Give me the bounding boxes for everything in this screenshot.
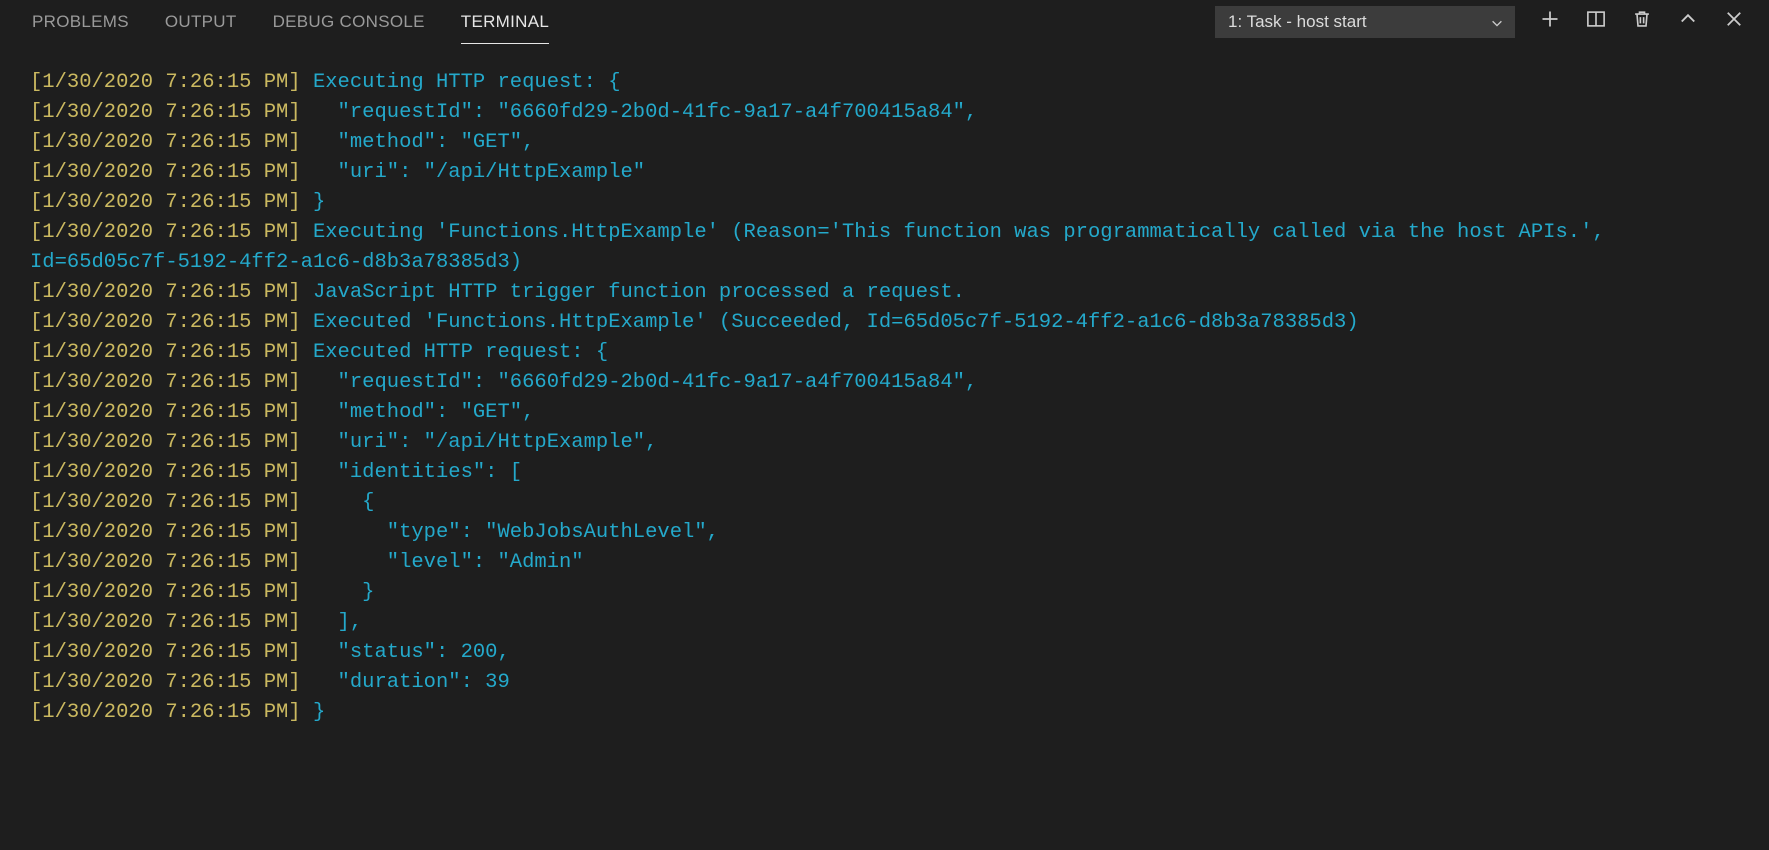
log-timestamp: [1/30/2020 7:26:15 PM] [30, 131, 301, 154]
log-timestamp: [1/30/2020 7:26:15 PM] [30, 101, 301, 124]
maximize-panel-button[interactable] [1675, 9, 1701, 35]
kill-terminal-button[interactable] [1629, 9, 1655, 35]
close-icon [1724, 9, 1744, 34]
log-timestamp: [1/30/2020 7:26:15 PM] [30, 491, 301, 514]
panel-tabs: PROBLEMS OUTPUT DEBUG CONSOLE TERMINAL [14, 0, 567, 43]
log-message: "method": "GET", [301, 401, 535, 424]
log-message: } [301, 701, 326, 724]
terminal-line: [1/30/2020 7:26:15 PM] Executing HTTP re… [30, 68, 1751, 98]
log-message: ], [301, 611, 363, 634]
terminal-line: [1/30/2020 7:26:15 PM] Executed 'Functio… [30, 308, 1751, 338]
tab-debug-console[interactable]: DEBUG CONSOLE [255, 0, 443, 43]
terminal-line: [1/30/2020 7:26:15 PM] Executed HTTP req… [30, 338, 1751, 368]
terminal-line: [1/30/2020 7:26:15 PM] "level": "Admin" [30, 548, 1751, 578]
log-message: "uri": "/api/HttpExample", [301, 431, 658, 454]
terminal-line: [1/30/2020 7:26:15 PM] "status": 200, [30, 638, 1751, 668]
terminal-toolbar [1537, 9, 1747, 35]
log-message: "uri": "/api/HttpExample" [301, 161, 645, 184]
log-timestamp: [1/30/2020 7:26:15 PM] [30, 221, 301, 244]
log-timestamp: [1/30/2020 7:26:15 PM] [30, 191, 301, 214]
log-message: "requestId": "6660fd29-2b0d-41fc-9a17-a4… [301, 371, 978, 394]
log-message: } [301, 581, 375, 604]
log-timestamp: [1/30/2020 7:26:15 PM] [30, 431, 301, 454]
log-timestamp: [1/30/2020 7:26:15 PM] [30, 581, 301, 604]
terminal-line: [1/30/2020 7:26:15 PM] Executing 'Functi… [30, 218, 1751, 278]
log-message: } [301, 191, 326, 214]
log-timestamp: [1/30/2020 7:26:15 PM] [30, 371, 301, 394]
log-timestamp: [1/30/2020 7:26:15 PM] [30, 551, 301, 574]
log-timestamp: [1/30/2020 7:26:15 PM] [30, 281, 301, 304]
log-timestamp: [1/30/2020 7:26:15 PM] [30, 521, 301, 544]
log-timestamp: [1/30/2020 7:26:15 PM] [30, 461, 301, 484]
log-message: Executing HTTP request: { [301, 71, 621, 94]
log-message: "method": "GET", [301, 131, 535, 154]
log-message: "requestId": "6660fd29-2b0d-41fc-9a17-a4… [301, 101, 978, 124]
terminal-line: [1/30/2020 7:26:15 PM] JavaScript HTTP t… [30, 278, 1751, 308]
log-timestamp: [1/30/2020 7:26:15 PM] [30, 311, 301, 334]
terminal-line: [1/30/2020 7:26:15 PM] "uri": "/api/Http… [30, 428, 1751, 458]
terminal-line: [1/30/2020 7:26:15 PM] { [30, 488, 1751, 518]
log-message: "level": "Admin" [301, 551, 584, 574]
log-timestamp: [1/30/2020 7:26:15 PM] [30, 71, 301, 94]
terminal-line: [1/30/2020 7:26:15 PM] } [30, 188, 1751, 218]
log-timestamp: [1/30/2020 7:26:15 PM] [30, 161, 301, 184]
terminal-line: [1/30/2020 7:26:15 PM] "requestId": "666… [30, 368, 1751, 398]
chevron-up-icon [1678, 9, 1698, 34]
log-timestamp: [1/30/2020 7:26:15 PM] [30, 671, 301, 694]
log-message: "duration": 39 [301, 671, 510, 694]
split-terminal-button[interactable] [1583, 9, 1609, 35]
terminal-line: [1/30/2020 7:26:15 PM] } [30, 698, 1751, 728]
terminal-selector-label: 1: Task - host start [1228, 12, 1367, 32]
terminal-line: [1/30/2020 7:26:15 PM] "requestId": "666… [30, 98, 1751, 128]
terminal-line: [1/30/2020 7:26:15 PM] "duration": 39 [30, 668, 1751, 698]
log-message: "status": 200, [301, 641, 510, 664]
tab-terminal[interactable]: TERMINAL [443, 0, 567, 43]
terminal-line: [1/30/2020 7:26:15 PM] "uri": "/api/Http… [30, 158, 1751, 188]
tab-output[interactable]: OUTPUT [147, 0, 255, 43]
log-timestamp: [1/30/2020 7:26:15 PM] [30, 401, 301, 424]
log-timestamp: [1/30/2020 7:26:15 PM] [30, 341, 301, 364]
plus-icon [1540, 9, 1560, 34]
terminal-line: [1/30/2020 7:26:15 PM] "method": "GET", [30, 128, 1751, 158]
log-message: "identities": [ [301, 461, 522, 484]
new-terminal-button[interactable] [1537, 9, 1563, 35]
close-panel-button[interactable] [1721, 9, 1747, 35]
chevron-down-icon [1490, 15, 1504, 29]
terminal-selector-dropdown[interactable]: 1: Task - host start [1215, 6, 1515, 38]
log-timestamp: [1/30/2020 7:26:15 PM] [30, 701, 301, 724]
trash-icon [1632, 9, 1652, 34]
split-panel-icon [1586, 9, 1606, 34]
terminal-line: [1/30/2020 7:26:15 PM] "identities": [ [30, 458, 1751, 488]
tab-problems[interactable]: PROBLEMS [14, 0, 147, 43]
terminal-output[interactable]: [1/30/2020 7:26:15 PM] Executing HTTP re… [0, 44, 1769, 728]
terminal-line: [1/30/2020 7:26:15 PM] "method": "GET", [30, 398, 1751, 428]
log-message: { [301, 491, 375, 514]
log-message: Executed 'Functions.HttpExample' (Succee… [301, 311, 1359, 334]
log-message: "type": "WebJobsAuthLevel", [301, 521, 719, 544]
log-message: Executed HTTP request: { [301, 341, 609, 364]
log-message: JavaScript HTTP trigger function process… [301, 281, 965, 304]
terminal-line: [1/30/2020 7:26:15 PM] "type": "WebJobsA… [30, 518, 1751, 548]
terminal-line: [1/30/2020 7:26:15 PM] } [30, 578, 1751, 608]
panel-header: PROBLEMS OUTPUT DEBUG CONSOLE TERMINAL 1… [0, 0, 1769, 44]
terminal-line: [1/30/2020 7:26:15 PM] ], [30, 608, 1751, 638]
log-timestamp: [1/30/2020 7:26:15 PM] [30, 641, 301, 664]
log-timestamp: [1/30/2020 7:26:15 PM] [30, 611, 301, 634]
